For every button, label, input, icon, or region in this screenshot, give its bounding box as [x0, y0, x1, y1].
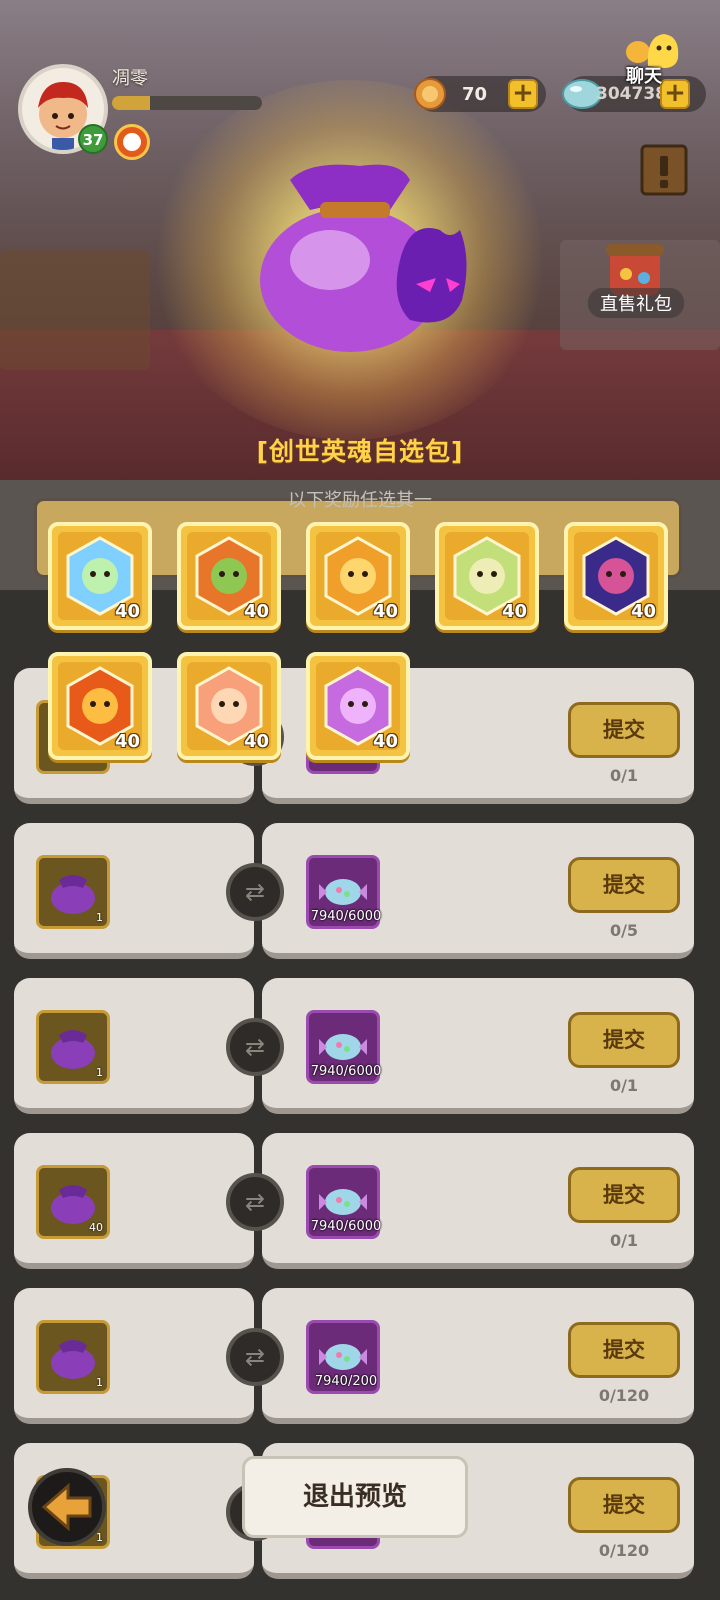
reward-option[interactable]: 40 [306, 652, 410, 760]
candy-icon[interactable]: 7940/6000 [306, 1165, 381, 1239]
gold-coin-icon [414, 78, 446, 110]
reward-count: 40 [243, 601, 269, 622]
reward-option[interactable]: 40 [48, 522, 152, 630]
reward-option[interactable]: 40 [48, 652, 152, 760]
reward-count: 40 [501, 601, 527, 622]
add-gold-button[interactable]: + [508, 79, 538, 109]
scene-shelf [0, 250, 150, 370]
swap-icon: ⇄ [226, 1328, 284, 1386]
exchange-progress: 0/1 [609, 1076, 639, 1095]
gold-value: 70 [462, 84, 488, 105]
food-box-icon[interactable]: 1 [36, 1320, 110, 1394]
cost-count: 1 [96, 1066, 103, 1079]
reward-count: 40 [372, 731, 398, 752]
reward-count: 40 [243, 731, 269, 752]
submit-button[interactable]: 提交 [568, 1167, 680, 1223]
gift-pack-label[interactable]: 直售礼包 [588, 288, 684, 318]
reward-option[interactable]: 40 [564, 522, 668, 630]
candy-count: 7940/6000 [310, 1064, 382, 1079]
exchange-progress: 0/1 [609, 1231, 639, 1250]
cost-count: 1 [96, 911, 103, 924]
candy-count: 7940/6000 [310, 909, 382, 924]
submit-button[interactable]: 提交 [568, 857, 680, 913]
badge-emblem-icon [123, 133, 141, 151]
reward-count: 40 [114, 731, 140, 752]
back-button[interactable] [28, 1468, 106, 1546]
xp-bar-fill [112, 96, 150, 110]
vip-badge-icon[interactable] [114, 124, 150, 160]
candy-icon[interactable]: 7940/6000 [306, 1010, 381, 1084]
cost-count: 1 [96, 1376, 103, 1389]
exchange-progress: 0/120 [598, 1541, 650, 1560]
notice-scroll-icon[interactable] [636, 142, 692, 198]
candy-count: 7940/200 [314, 1374, 378, 1389]
swap-icon: ⇄ [226, 863, 284, 921]
candy-icon[interactable]: 7940/200 [306, 1320, 380, 1394]
exit-preview-button[interactable]: 退出预览 [242, 1456, 468, 1538]
arrow-left-icon [41, 1482, 92, 1532]
purple-bag-icon [260, 164, 467, 352]
purple-bag-icon[interactable]: 1 [36, 1010, 110, 1084]
reward-count: 40 [114, 601, 140, 622]
penguin-hero-icon[interactable]: 40 [36, 1165, 110, 1239]
xp-bar [112, 96, 262, 110]
submit-button[interactable]: 提交 [568, 1477, 680, 1533]
submit-button[interactable]: 提交 [568, 1322, 680, 1378]
reward-option[interactable]: 40 [306, 522, 410, 630]
swap-icon: ⇄ [226, 1018, 284, 1076]
submit-button[interactable]: 提交 [568, 702, 680, 758]
chat-label[interactable]: 聊天 [614, 62, 674, 88]
pack-title: [创世英魂自选包] [256, 437, 464, 466]
exchange-progress: 0/5 [609, 921, 639, 940]
candy-icon[interactable]: 7940/6000 [306, 855, 381, 929]
swap-icon: ⇄ [226, 1173, 284, 1231]
username: 凋零 [112, 68, 148, 89]
pack-subtitle: 以下奖励任选其一 [288, 490, 432, 511]
cost-count: 40 [89, 1221, 103, 1234]
level-badge: 37 [78, 124, 108, 154]
reward-option[interactable]: 40 [177, 522, 281, 630]
reward-count: 40 [630, 601, 656, 622]
exchange-progress: 0/1 [609, 766, 639, 785]
reward-option[interactable]: 40 [177, 652, 281, 760]
exchange-progress: 0/120 [598, 1386, 650, 1405]
purple-bag-icon[interactable]: 1 [36, 855, 110, 929]
submit-button[interactable]: 提交 [568, 1012, 680, 1068]
reward-option[interactable]: 40 [435, 522, 539, 630]
reward-count: 40 [372, 601, 398, 622]
candy-count: 7940/6000 [310, 1219, 382, 1234]
